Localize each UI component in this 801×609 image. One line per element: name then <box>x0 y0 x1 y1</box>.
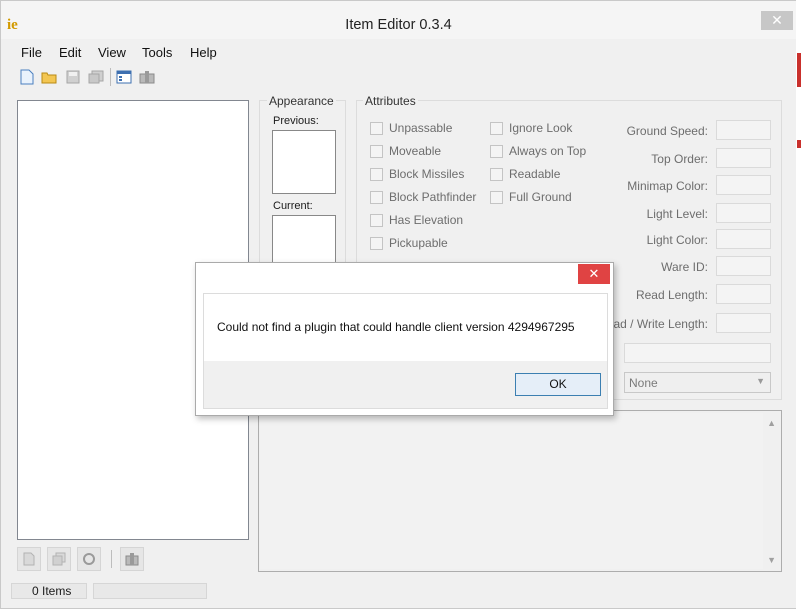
checkbox-pickupable[interactable]: Pickupable <box>370 235 448 251</box>
current-label: Current: <box>273 200 313 212</box>
item-type-select[interactable]: None ▼ <box>624 372 771 393</box>
menu-view[interactable]: View <box>98 45 126 60</box>
chevron-down-icon: ▼ <box>756 376 765 386</box>
scroll-up-icon[interactable]: ▲ <box>767 418 776 428</box>
read-write-length-input[interactable] <box>716 313 771 333</box>
reload-item-button[interactable] <box>77 547 101 571</box>
find-item-icon[interactable] <box>138 68 156 86</box>
light-color-label: Light Color: <box>646 233 708 247</box>
output-log-text <box>260 413 763 569</box>
light-level-input[interactable] <box>716 203 771 223</box>
menu-edit[interactable]: Edit <box>59 45 81 60</box>
background-window-accent <box>797 53 801 87</box>
top-order-input[interactable] <box>716 148 771 168</box>
ok-button[interactable]: OK <box>515 373 601 396</box>
minimap-color-input[interactable] <box>716 175 771 195</box>
toolbar <box>11 65 791 89</box>
dialog-message-area: Could not find a plugin that could handl… <box>203 293 608 361</box>
status-bar: 0 Items <box>11 583 791 601</box>
dialog-button-area: OK <box>203 361 608 409</box>
item-name-field[interactable] <box>624 343 771 363</box>
minimap-color-label: Minimap Color: <box>627 179 708 193</box>
duplicate-icon <box>52 552 66 566</box>
checkbox-block-pathfinder[interactable]: Block Pathfinder <box>370 189 476 205</box>
new-item-icon <box>23 552 35 566</box>
find-item-button[interactable] <box>120 547 144 571</box>
appearance-title: Appearance <box>267 94 336 108</box>
previous-label: Previous: <box>273 115 319 127</box>
window-title: Item Editor 0.3.4 <box>345 17 452 33</box>
reload-icon <box>83 553 95 565</box>
save-as-icon[interactable] <box>87 68 105 86</box>
attributes-title: Attributes <box>363 94 418 108</box>
new-item-button[interactable] <box>17 547 41 571</box>
open-folder-icon[interactable] <box>40 68 58 86</box>
light-level-label: Light Level: <box>646 207 708 221</box>
find-icon <box>125 553 139 566</box>
menu-help[interactable]: Help <box>190 45 217 60</box>
scroll-down-icon[interactable]: ▼ <box>767 555 776 565</box>
ground-speed-label: Ground Speed: <box>626 124 708 138</box>
status-segment <box>93 583 207 599</box>
read-length-input[interactable] <box>716 284 771 304</box>
new-file-icon[interactable] <box>18 68 36 86</box>
dialog-message: Could not find a plugin that could handl… <box>217 320 575 334</box>
previous-sprite-box <box>272 130 336 194</box>
status-item-count: 0 Items <box>11 583 87 599</box>
ware-id-input[interactable] <box>716 256 771 276</box>
buttons-separator <box>111 550 112 568</box>
error-dialog: ✕ Could not find a plugin that could han… <box>195 262 614 416</box>
checkbox-block-missiles[interactable]: Block Missiles <box>370 166 464 182</box>
item-properties-icon[interactable] <box>115 68 133 86</box>
background-window-edge <box>796 0 801 609</box>
menu-file[interactable]: File <box>21 45 42 60</box>
output-log[interactable]: ▲ ▼ <box>258 410 782 572</box>
window-close-button[interactable]: ✕ <box>761 11 793 30</box>
top-order-label: Top Order: <box>651 152 708 166</box>
checkbox-moveable[interactable]: Moveable <box>370 143 441 159</box>
light-color-input[interactable] <box>716 229 771 249</box>
dialog-close-button[interactable]: ✕ <box>578 264 610 284</box>
checkbox-unpassable[interactable]: Unpassable <box>370 120 452 136</box>
background-window-accent <box>797 140 801 148</box>
toolbar-separator <box>110 68 111 86</box>
menu-tools[interactable]: Tools <box>142 45 172 60</box>
checkbox-has-elevation[interactable]: Has Elevation <box>370 212 463 228</box>
save-icon[interactable] <box>64 68 82 86</box>
duplicate-item-button[interactable] <box>47 547 71 571</box>
ground-speed-input[interactable] <box>716 120 771 140</box>
title-bar: ie Item Editor 0.3.4 ✕ <box>1 1 801 39</box>
